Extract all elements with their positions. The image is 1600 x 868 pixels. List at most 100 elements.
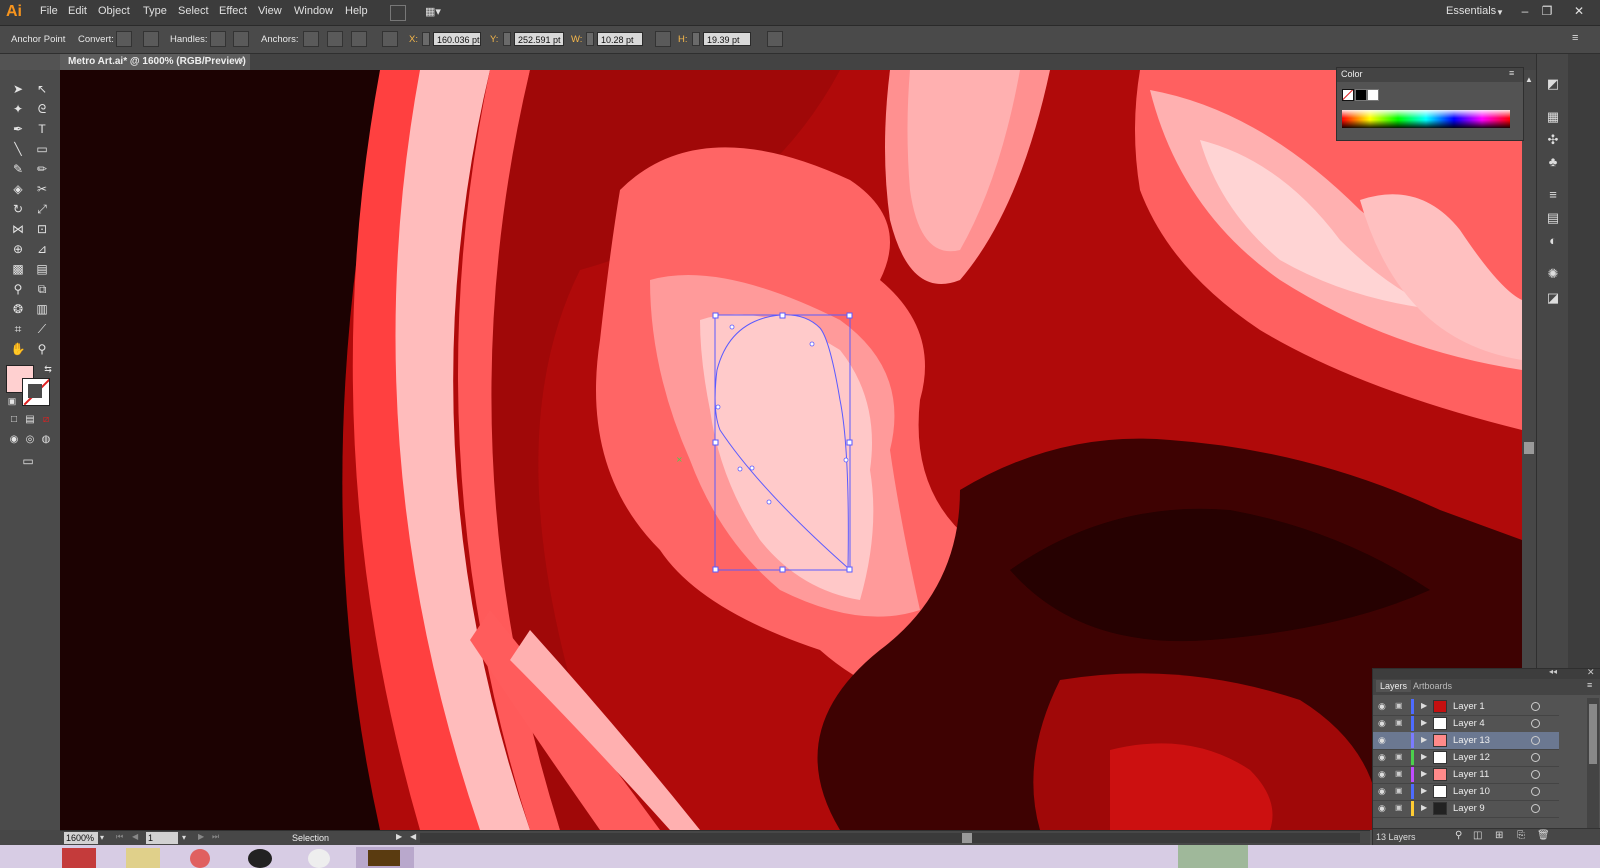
target-circle-icon[interactable] — [1531, 770, 1540, 779]
menu-effect[interactable]: Effect — [219, 5, 247, 17]
pen-tool-icon[interactable]: ✒ — [8, 120, 28, 138]
w-spinner[interactable] — [586, 32, 594, 46]
artboard-field[interactable]: 1 — [146, 832, 178, 844]
layers-scroll-thumb[interactable] — [1589, 704, 1597, 764]
panel-menu-icon[interactable]: ≡ — [1587, 680, 1592, 690]
visibility-eye-icon[interactable]: ◉ — [1378, 718, 1388, 728]
layer-row[interactable]: ◉ ▣ ▶ Layer 1 — [1373, 698, 1559, 716]
target-circle-icon[interactable] — [1531, 702, 1540, 711]
chevron-down-icon[interactable]: ▼ — [1496, 8, 1504, 17]
appearance-icon[interactable]: ✺ — [1545, 266, 1561, 282]
layer-row[interactable]: ◉ ▣ ▶ Layer 4 — [1373, 715, 1559, 733]
lock-icon[interactable]: ▣ — [1395, 803, 1403, 813]
lasso-tool-icon[interactable]: ᘓ — [32, 100, 52, 118]
expand-triangle-icon[interactable]: ▶ — [1421, 752, 1427, 761]
free-transform-tool-icon[interactable]: ⊡ — [32, 220, 52, 238]
expand-triangle-icon[interactable]: ▶ — [1421, 803, 1427, 812]
show-handles-icon[interactable] — [210, 31, 226, 47]
menu-object[interactable]: Object — [98, 5, 130, 17]
artboard-tool-icon[interactable]: ⌗ — [8, 320, 28, 338]
swatches-icon[interactable]: ▦ — [1545, 109, 1561, 125]
tab-artboards[interactable]: Artboards — [1413, 681, 1452, 691]
layer-row[interactable]: ◉ ▣ ▶ Layer 10 — [1373, 783, 1559, 801]
lock-icon[interactable]: ▣ — [1395, 786, 1403, 796]
expand-triangle-icon[interactable]: ▶ — [1421, 735, 1427, 744]
status-tool-label[interactable]: Selection — [292, 833, 329, 843]
document-tab[interactable]: Metro Art.ai* @ 1600% (RGB/Preview) × — [60, 54, 250, 70]
lock-icon[interactable]: ▣ — [1395, 701, 1403, 711]
visibility-eye-icon[interactable]: ◉ — [1378, 735, 1388, 745]
symbols-icon[interactable]: ♣ — [1545, 154, 1561, 170]
brushes-icon[interactable]: ✣ — [1545, 132, 1561, 148]
layer-row[interactable]: ◉ ▣ ▶ Layer 12 — [1373, 749, 1559, 767]
menu-window[interactable]: Window — [294, 5, 333, 17]
color-spectrum[interactable] — [1342, 110, 1510, 128]
line-tool-icon[interactable]: ╲ — [8, 140, 28, 158]
taskbar-app-icon[interactable] — [126, 848, 160, 868]
next-artboard-icon[interactable]: ▶ — [198, 832, 204, 841]
taskbar-app-icon[interactable] — [62, 848, 96, 868]
zoom-tool-icon[interactable]: ⚲ — [32, 340, 52, 358]
blend-tool-icon[interactable]: ⧉ — [32, 280, 52, 298]
rectangle-tool-icon[interactable]: ▭ — [32, 140, 52, 158]
layer-name[interactable]: Layer 4 — [1453, 718, 1485, 729]
rotate-tool-icon[interactable]: ↻ — [8, 200, 28, 218]
direct-selection-tool-icon[interactable]: ↖ — [32, 80, 52, 98]
lock-icon[interactable]: ▣ — [1395, 718, 1403, 728]
horizontal-scroll-thumb[interactable] — [962, 833, 972, 843]
y-spinner[interactable] — [503, 32, 511, 46]
zoom-dropdown-icon[interactable]: ▾ — [100, 833, 104, 842]
lock-icon[interactable]: ▣ — [1395, 769, 1403, 779]
layer-row[interactable]: ◉ ▣ ▶ Layer 9 — [1373, 800, 1559, 818]
taskbar-active-app[interactable] — [356, 847, 414, 868]
y-field[interactable]: 252.591 pt — [514, 32, 564, 46]
status-menu-icon[interactable]: ▶ — [396, 832, 402, 841]
none-mode-icon[interactable]: ⧄ — [36, 411, 56, 429]
type-tool-icon[interactable]: T — [32, 120, 52, 138]
tab-layers[interactable]: Layers — [1376, 680, 1412, 692]
reference-point-icon[interactable] — [382, 31, 398, 47]
mesh-tool-icon[interactable]: ▩ — [8, 260, 28, 278]
vertical-scroll-thumb[interactable] — [1524, 442, 1534, 454]
zoom-field[interactable]: 1600% — [64, 832, 98, 844]
expand-triangle-icon[interactable]: ▶ — [1421, 718, 1427, 727]
target-circle-icon[interactable] — [1531, 719, 1540, 728]
convert-to-smooth-icon[interactable] — [143, 31, 159, 47]
horizontal-scrollbar[interactable] — [420, 833, 1360, 843]
restore-button[interactable]: ❐ — [1538, 3, 1556, 19]
make-clipping-mask-icon[interactable]: ◫ — [1473, 830, 1482, 841]
menu-type[interactable]: Type — [143, 5, 167, 17]
graphic-styles-icon[interactable]: ◪ — [1545, 290, 1561, 306]
new-sublayer-icon[interactable]: ⊞ — [1495, 830, 1503, 841]
layer-name[interactable]: Layer 9 — [1453, 803, 1485, 814]
swap-fill-stroke-icon[interactable]: ⇆ — [38, 360, 58, 378]
none-swatch[interactable] — [1342, 89, 1354, 101]
expand-triangle-icon[interactable]: ▶ — [1421, 769, 1427, 778]
layer-name[interactable]: Layer 1 — [1453, 701, 1485, 712]
color-guide-icon[interactable]: ◩ — [1545, 76, 1561, 92]
selection-tool-icon[interactable]: ➤ — [8, 80, 28, 98]
width-tool-icon[interactable]: ⋈ — [8, 220, 28, 238]
previous-artboard-icon[interactable]: ◀ — [132, 832, 138, 841]
h-spinner[interactable] — [692, 32, 700, 46]
h-field[interactable]: 19.39 pt — [703, 32, 751, 46]
scale-tool-icon[interactable]: ⤢ — [32, 200, 52, 218]
artboard-canvas[interactable]: × — [60, 70, 1522, 830]
visibility-eye-icon[interactable]: ◉ — [1378, 701, 1388, 711]
taskbar-app-icon[interactable] — [248, 849, 272, 868]
arrange-documents-icon[interactable]: ▦▾ — [425, 5, 447, 19]
layer-row[interactable]: ◉ ▶ Layer 13 — [1373, 732, 1559, 750]
delete-layer-icon[interactable]: 🗑 — [1537, 830, 1550, 841]
menu-edit[interactable]: Edit — [68, 5, 87, 17]
lock-icon[interactable]: ▣ — [1395, 752, 1403, 762]
new-layer-icon[interactable]: ⎘ — [1517, 830, 1525, 841]
first-artboard-icon[interactable]: ⏮ — [116, 832, 123, 842]
perspective-grid-tool-icon[interactable]: ⊿ — [32, 240, 52, 258]
convert-to-corner-icon[interactable] — [116, 31, 132, 47]
menu-view[interactable]: View — [258, 5, 282, 17]
color-panel-title[interactable]: Color — [1341, 69, 1363, 79]
blob-brush-tool-icon[interactable]: ◈ — [8, 180, 28, 198]
scissors-tool-icon[interactable]: ✂ — [32, 180, 52, 198]
hand-tool-icon[interactable]: ✋ — [8, 340, 28, 358]
layer-name[interactable]: Layer 13 — [1453, 735, 1490, 746]
